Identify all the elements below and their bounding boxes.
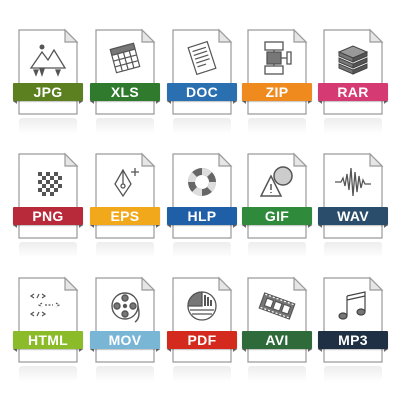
document-icon xyxy=(182,38,222,78)
file-type-ribbon: XLS xyxy=(90,83,160,104)
file-icon-avi: AVI xyxy=(242,276,312,382)
file-type-ribbon: EPS xyxy=(90,207,160,228)
file-type-ribbon: HTML xyxy=(13,331,83,352)
file-type-label: GIF xyxy=(264,208,290,224)
file-icon-xls: XLS xyxy=(90,28,160,134)
film-strip-icon xyxy=(257,286,297,326)
code-icon xyxy=(28,286,68,326)
file-type-ribbon: JPG xyxy=(13,83,83,104)
shapes-icon xyxy=(257,162,297,202)
file-icon-pdf: PDF xyxy=(167,276,237,382)
file-icon-hlp: HLP xyxy=(167,152,237,258)
file-type-ribbon: DOC xyxy=(167,83,237,104)
checkerboard-icon xyxy=(28,162,68,202)
file-type-ribbon: HLP xyxy=(167,207,237,228)
file-type-label: JPG xyxy=(33,84,63,100)
file-icon-eps: EPS xyxy=(90,152,160,258)
file-type-label: ZIP xyxy=(265,84,289,100)
lifebuoy-icon xyxy=(182,162,222,202)
file-type-label: HLP xyxy=(187,208,217,224)
music-note-icon xyxy=(333,286,373,326)
file-icon-html: HTML xyxy=(13,276,83,382)
file-type-label: PDF xyxy=(187,332,217,348)
file-type-label: HTML xyxy=(27,332,69,348)
file-type-label: PNG xyxy=(32,208,64,224)
file-icon-mov: MOV xyxy=(90,276,160,382)
file-type-ribbon: PDF xyxy=(167,331,237,352)
file-type-ribbon: PNG xyxy=(13,207,83,228)
spreadsheet-icon xyxy=(105,38,145,78)
file-icon-jpg: JPG xyxy=(13,28,83,134)
file-type-ribbon: WAV xyxy=(318,207,388,228)
file-type-label: RAR xyxy=(337,84,369,100)
waveform-icon xyxy=(333,162,373,202)
pdf-chart-icon xyxy=(182,286,222,326)
file-type-label: DOC xyxy=(185,84,218,100)
file-icon-gif: GIF xyxy=(242,152,312,258)
archive-icon xyxy=(257,38,297,78)
file-type-icon-grid: JPG XLS DOC ZIP RAR PNG EPS HLP GIF WAV … xyxy=(0,0,400,400)
file-icon-doc: DOC xyxy=(167,28,237,134)
file-type-ribbon: RAR xyxy=(318,83,388,104)
film-reel-icon xyxy=(105,286,145,326)
file-type-ribbon: AVI xyxy=(242,331,312,352)
file-type-label: EPS xyxy=(110,208,140,224)
file-type-label: AVI xyxy=(265,332,289,348)
file-type-ribbon: GIF xyxy=(242,207,312,228)
file-icon-png: PNG xyxy=(13,152,83,258)
file-icon-zip: ZIP xyxy=(242,28,312,134)
image-icon xyxy=(28,38,68,78)
file-type-ribbon: MOV xyxy=(90,331,160,352)
file-type-ribbon: ZIP xyxy=(242,83,312,104)
file-type-label: MP3 xyxy=(338,332,368,348)
file-icon-rar: RAR xyxy=(318,28,388,134)
pen-tool-icon xyxy=(105,162,145,202)
books-icon xyxy=(333,38,373,78)
file-type-ribbon: MP3 xyxy=(318,331,388,352)
file-icon-wav: WAV xyxy=(318,152,388,258)
file-icon-mp3: MP3 xyxy=(318,276,388,382)
file-type-label: WAV xyxy=(337,208,369,224)
file-type-label: MOV xyxy=(108,332,142,348)
file-type-label: XLS xyxy=(110,84,140,100)
